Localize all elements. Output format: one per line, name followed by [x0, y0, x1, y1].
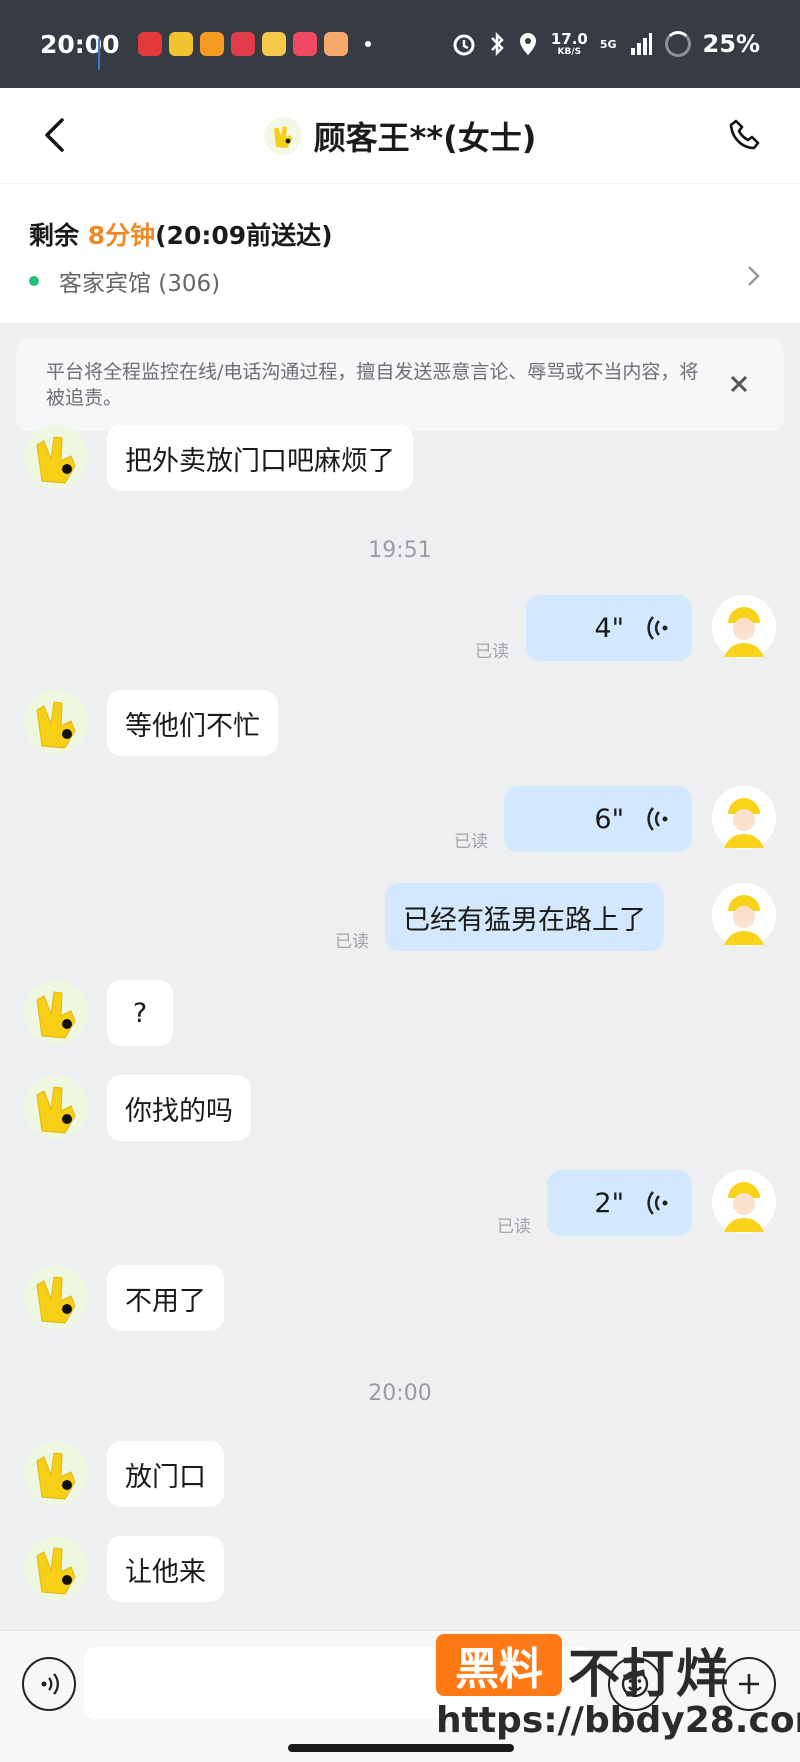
message-bubble-incoming[interactable]: 等他们不忙 [107, 690, 278, 756]
plus-icon [739, 1674, 759, 1694]
message-timestamp: 19:51 [368, 538, 432, 563]
message-bubble-incoming[interactable]: 让他来 [107, 1536, 224, 1602]
message-timestamp: 20:00 [368, 1381, 432, 1406]
status-right: 17.0 KB/S 5G 25% [451, 30, 760, 58]
back-button[interactable] [30, 110, 80, 160]
alarm-icon [453, 34, 475, 56]
voice-wave-icon [647, 1191, 668, 1215]
courier-avatar[interactable] [712, 595, 776, 659]
message-bubble-outgoing[interactable]: 已经有猛男在路上了 [385, 883, 664, 951]
courier-avatar-icon [712, 786, 776, 850]
voice-wave-icon [647, 807, 668, 831]
customer-avatar[interactable] [24, 1075, 88, 1139]
read-receipt: 已读 [497, 1217, 531, 1237]
watermark-badge: 黑料 [436, 1634, 562, 1696]
customer-avatar[interactable] [24, 1536, 88, 1600]
location-icon [519, 33, 536, 55]
voice-message-outgoing[interactable]: 2" [547, 1170, 692, 1236]
voice-duration: 4" [594, 612, 624, 644]
voice-wave-icon [41, 1673, 59, 1695]
watermark-url: https://bbdy28.com [436, 1700, 800, 1741]
address-dot-icon [29, 276, 39, 286]
net-speed-value: 17.0 [550, 29, 588, 48]
customer-avatar[interactable] [24, 980, 88, 1044]
net-speed: 17.0 KB/S [551, 31, 588, 58]
mascot-avatar [36, 1086, 76, 1134]
notice-close-button[interactable] [724, 369, 754, 399]
delivery-address: 客家宾馆 (306) [59, 271, 221, 297]
mascot-avatar [36, 1276, 76, 1324]
network-type: 5G [599, 37, 617, 51]
voice-duration: 6" [594, 803, 624, 835]
bluetooth-icon [490, 31, 504, 57]
message-bubble-incoming[interactable]: 不用了 [107, 1265, 224, 1331]
app-notification-icon [230, 32, 255, 56]
mascot-avatar [36, 1452, 76, 1500]
app-notification-icon [199, 32, 224, 56]
app-notification-icon [261, 32, 286, 56]
app-notification-icon [168, 32, 193, 56]
courier-avatar-icon [712, 595, 776, 659]
status-time: 20:00 [40, 29, 120, 59]
message-bubble-incoming[interactable]: 放门口 [107, 1441, 224, 1507]
courier-avatar-icon [712, 1170, 776, 1234]
more-dot-icon [364, 41, 371, 47]
text-cursor [98, 38, 100, 70]
voice-message-outgoing[interactable]: 4" [526, 595, 692, 661]
home-indicator[interactable] [288, 1744, 514, 1752]
monitoring-notice: 平台将全程监控在线/电话沟通过程，擅自发送恶意言论、辱骂或不当内容，将被追责。 [16, 339, 784, 431]
message-bubble-incoming[interactable]: 把外卖放门口吧麻烦了 [107, 425, 413, 491]
call-button[interactable] [720, 110, 770, 160]
read-receipt: 已读 [335, 932, 369, 952]
app-notification-icon [292, 32, 317, 56]
back-chevron-icon [45, 118, 64, 152]
mascot-avatar [36, 436, 76, 484]
mascot-avatar [36, 991, 76, 1039]
title-group: 顾客王**(女士) [263, 113, 537, 159]
close-icon [730, 375, 748, 393]
voice-input-toggle[interactable] [22, 1657, 76, 1711]
remaining-label: 剩余 [29, 221, 88, 250]
app-notification-icon [137, 32, 162, 56]
courier-avatar[interactable] [712, 883, 776, 947]
phone-icon [729, 119, 760, 150]
message-bubble-incoming[interactable]: 你找的吗 [107, 1075, 251, 1141]
customer-avatar[interactable] [24, 1441, 88, 1505]
delivery-deadline: (20:09前送达) [155, 221, 333, 250]
notice-text: 平台将全程监控在线/电话沟通过程，擅自发送恶意言论、辱骂或不当内容，将被追责。 [46, 361, 699, 409]
courier-avatar[interactable] [712, 786, 776, 850]
courier-avatar[interactable] [712, 1170, 776, 1234]
page-title: 顾客王**(女士) [313, 118, 537, 157]
voice-message-outgoing[interactable]: 6" [504, 786, 692, 852]
customer-small-avatar [263, 116, 302, 155]
notification-icons [137, 32, 371, 56]
read-receipt: 已读 [454, 832, 488, 852]
chevron-right-icon [748, 266, 760, 286]
mascot-avatar [36, 701, 76, 749]
signal-icon [630, 33, 652, 55]
voice-duration: 2" [594, 1187, 624, 1219]
delivery-address-row: 客家宾馆 (306) [29, 264, 220, 298]
delivery-countdown: 剩余 8分钟(20:09前送达) [29, 216, 333, 252]
remaining-minutes: 8分钟 [87, 221, 156, 250]
customer-avatar[interactable] [24, 1265, 88, 1329]
customer-avatar[interactable] [24, 425, 88, 489]
status-bar: 20:00 17.0 KB/S 5G 25% [0, 0, 800, 88]
order-info-card[interactable]: 剩余 8分钟(20:09前送达) 客家宾馆 (306) [0, 183, 800, 323]
read-receipt: 已读 [475, 642, 509, 662]
battery-icon [664, 31, 691, 57]
chat-header: 顾客王**(女士) [0, 88, 800, 183]
mascot-icon [273, 125, 292, 148]
voice-wave-icon [647, 616, 668, 640]
mascot-avatar [36, 1547, 76, 1595]
net-speed-unit: KB/S [557, 46, 582, 57]
message-bubble-incoming[interactable]: ? [107, 980, 173, 1046]
battery-level: 25% [702, 30, 760, 58]
customer-avatar[interactable] [24, 690, 88, 754]
watermark-text: 不打烊 [568, 1645, 731, 1705]
courier-avatar-icon [712, 883, 776, 947]
app-notification-icon [323, 32, 348, 56]
